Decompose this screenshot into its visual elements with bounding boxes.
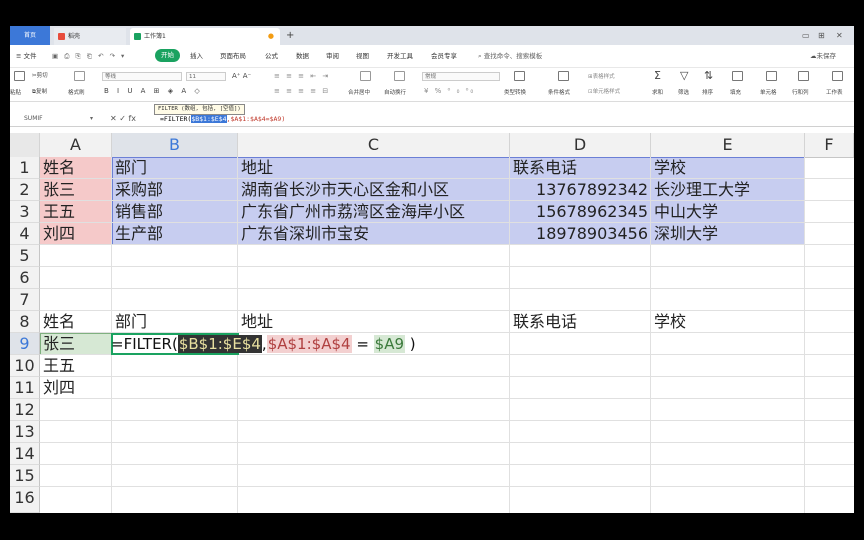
editor-comma: , <box>261 335 267 353</box>
cell-b3[interactable]: 销售部 <box>112 201 163 223</box>
row-header-12[interactable]: 12 <box>10 399 40 421</box>
cell-b8[interactable]: 部门 <box>112 311 147 333</box>
row-header-13[interactable]: 13 <box>10 421 40 443</box>
cell-c8[interactable]: 地址 <box>238 311 273 333</box>
cell-a9[interactable]: 张三 <box>40 333 75 355</box>
column-header-e[interactable]: E <box>651 133 805 157</box>
editor-func: =FILTER( <box>111 335 178 353</box>
row-header-6[interactable]: 6 <box>10 267 40 289</box>
row-header-1[interactable]: 1 <box>10 157 40 179</box>
cell-a1[interactable]: 姓名 <box>40 157 75 179</box>
cell-c2[interactable]: 湖南省长沙市天心区金和小区 <box>238 179 449 201</box>
row-header-11[interactable]: 11 <box>10 377 40 399</box>
cell-a8[interactable]: 姓名 <box>40 311 75 333</box>
cell-b9-editor[interactable]: =FILTER($B$1:$E$4,$A$1:$A$4 = $A9 ) <box>111 333 416 355</box>
cell-a10[interactable]: 王五 <box>40 355 75 377</box>
cell-d1[interactable]: 联系电话 <box>510 157 577 179</box>
column-header-bar: A B C D E F <box>10 133 854 158</box>
editor-op: = <box>351 335 374 353</box>
editor-arg1: $B$1:$E$4 <box>177 335 262 353</box>
row-header-16[interactable]: 16 <box>10 487 40 513</box>
sheet-grid[interactable]: A B C D E F 1 2 3 4 5 6 7 8 9 10 11 12 1… <box>10 0 854 513</box>
cell-a4[interactable]: 刘四 <box>40 223 75 245</box>
gridline <box>40 442 854 443</box>
editor-arg2: $A$1:$A$4 <box>266 335 352 353</box>
row-header-3[interactable]: 3 <box>10 201 40 223</box>
cell-b2[interactable]: 采购部 <box>112 179 163 201</box>
gridline <box>804 157 805 513</box>
cell-d4[interactable]: 18978903456 <box>510 223 651 245</box>
cell-b1[interactable]: 部门 <box>112 157 147 179</box>
cell-d8[interactable]: 联系电话 <box>510 311 577 333</box>
cell-c3[interactable]: 广东省广州市荔湾区金海岸小区 <box>238 201 465 223</box>
gridline <box>40 464 854 465</box>
row-header-8[interactable]: 8 <box>10 311 40 333</box>
cell-a11[interactable]: 刘四 <box>40 377 75 399</box>
gridline <box>40 266 854 267</box>
cell-a2[interactable]: 张三 <box>40 179 75 201</box>
gridline <box>40 288 854 289</box>
row-header-15[interactable]: 15 <box>10 465 40 487</box>
cell-e3[interactable]: 中山大学 <box>651 201 718 223</box>
cell-b4[interactable]: 生产部 <box>112 223 163 245</box>
editor-close: ) <box>405 335 416 353</box>
editor-arg3: $A9 <box>373 335 406 353</box>
gridline <box>40 420 854 421</box>
gridline <box>40 398 854 399</box>
cell-d2[interactable]: 13767892342 <box>510 179 651 201</box>
column-header-d[interactable]: D <box>510 133 651 157</box>
function-tooltip: FILTER (数组, 包括, [空值]) <box>154 104 245 115</box>
row-header-2[interactable]: 2 <box>10 179 40 201</box>
cell-e8[interactable]: 学校 <box>651 311 686 333</box>
column-header-c[interactable]: C <box>238 133 510 157</box>
select-all-corner[interactable] <box>10 133 40 157</box>
column-header-f[interactable]: F <box>805 133 854 157</box>
cell-c4[interactable]: 广东省深圳市宝安 <box>238 223 369 245</box>
row-header-4[interactable]: 4 <box>10 223 40 245</box>
column-header-b[interactable]: B <box>112 133 238 157</box>
gridline <box>40 310 854 311</box>
row-header-5[interactable]: 5 <box>10 245 40 267</box>
cell-e4[interactable]: 深圳大学 <box>651 223 718 245</box>
row-header-14[interactable]: 14 <box>10 443 40 465</box>
row-header-7[interactable]: 7 <box>10 289 40 311</box>
cell-c1[interactable]: 地址 <box>238 157 273 179</box>
row-header-10[interactable]: 10 <box>10 355 40 377</box>
row-header-9[interactable]: 9 <box>10 333 40 355</box>
cell-a3[interactable]: 王五 <box>40 201 75 223</box>
gridline <box>40 376 854 377</box>
column-header-a[interactable]: A <box>40 133 112 157</box>
cell-e1[interactable]: 学校 <box>651 157 686 179</box>
cell-d3[interactable]: 15678962345 <box>510 201 651 223</box>
cell-e2[interactable]: 长沙理工大学 <box>651 179 750 201</box>
gridline <box>40 486 854 487</box>
